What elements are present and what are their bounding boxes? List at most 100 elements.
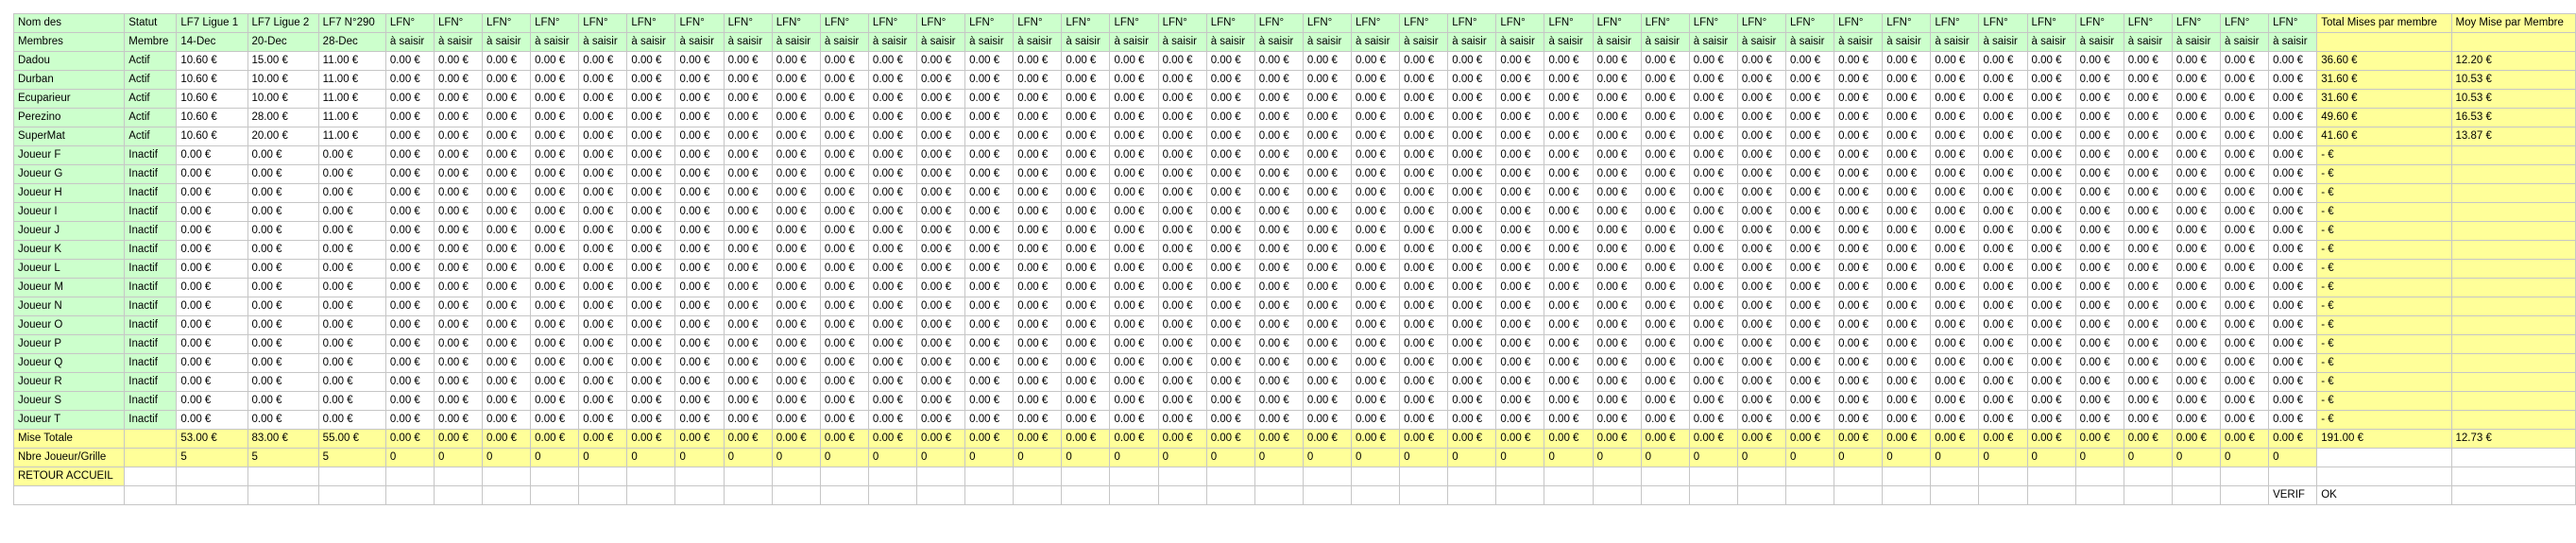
- stake-cell-lfn[interactable]: 0.00 €: [1544, 259, 1594, 279]
- column-subheader-lfn[interactable]: à saisir: [674, 32, 725, 52]
- stake-cell-lfn[interactable]: 0.00 €: [2268, 202, 2318, 222]
- member-average-cell[interactable]: 13.87 €: [2450, 127, 2576, 146]
- stake-cell-lfn[interactable]: 0.00 €: [1882, 202, 1932, 222]
- stake-cell-lfn[interactable]: 0.00 €: [1109, 108, 1159, 127]
- stake-cell-lfn[interactable]: 0.00 €: [2074, 315, 2124, 335]
- stake-cell-lfn[interactable]: 0.00 €: [482, 164, 532, 184]
- column-header-lfn[interactable]: LFN°: [482, 13, 532, 33]
- stake-cell-lfn[interactable]: 0.00 €: [1495, 259, 1545, 279]
- stake-cell-lfn[interactable]: 0.00 €: [2268, 391, 2318, 411]
- stake-cell-lfn[interactable]: 0.00 €: [530, 164, 580, 184]
- stake-cell-lfn[interactable]: 0.00 €: [1013, 259, 1063, 279]
- stake-cell-lfn[interactable]: 0.00 €: [2268, 70, 2318, 90]
- member-average-cell[interactable]: [2450, 221, 2576, 241]
- stake-cell-lfn[interactable]: 0.00 €: [2026, 202, 2076, 222]
- column-subheader-lfn[interactable]: à saisir: [578, 32, 628, 52]
- cell[interactable]: [1254, 467, 1304, 486]
- stake-cell-lfn[interactable]: 0.00 €: [2171, 221, 2221, 241]
- stake-cell-lfn[interactable]: 0.00 €: [578, 278, 628, 297]
- stake-cell-lfn[interactable]: 0.00 €: [1495, 127, 1545, 146]
- stake-cell-lfn[interactable]: 0.00 €: [723, 297, 773, 316]
- member-average-cell[interactable]: [2450, 259, 2576, 279]
- stake-cell-lfn[interactable]: 0.00 €: [819, 278, 869, 297]
- stake-cell-lfn[interactable]: 0.00 €: [674, 164, 725, 184]
- stake-cell-lfn[interactable]: 0.00 €: [2026, 353, 2076, 373]
- stake-cell-lfn[interactable]: 0.00 €: [384, 127, 435, 146]
- stake-cell-lfn[interactable]: 0.00 €: [723, 278, 773, 297]
- stake-cell-lfn[interactable]: 0.00 €: [433, 297, 484, 316]
- stake-cell-lfn[interactable]: 0.00 €: [1882, 297, 1932, 316]
- stake-cell-lfn[interactable]: 0.00 €: [1882, 410, 1932, 430]
- stake-cell-lfn[interactable]: 0.00 €: [1205, 108, 1255, 127]
- stake-cell-lfn[interactable]: 0.00 €: [723, 108, 773, 127]
- column-subheader-lfn[interactable]: à saisir: [916, 32, 966, 52]
- total-cell-lfn[interactable]: 0.00 €: [867, 429, 918, 449]
- stake-cell-lfn[interactable]: 0.00 €: [1205, 391, 1255, 411]
- column-header-lfn[interactable]: LFN°: [1930, 13, 1980, 33]
- stake-cell-lfn[interactable]: 0.00 €: [1544, 278, 1594, 297]
- stake-cell-lfn[interactable]: 0.00 €: [674, 353, 725, 373]
- stake-cell-lfn[interactable]: 0.00 €: [1061, 372, 1111, 392]
- stake-cell-lfn[interactable]: 0.00 €: [1784, 259, 1835, 279]
- stake-cell-lfn[interactable]: 0.00 €: [1784, 353, 1835, 373]
- stake-cell-lfn[interactable]: 0.00 €: [2219, 89, 2270, 109]
- stake-cell-lfn[interactable]: 0.00 €: [2123, 391, 2173, 411]
- stake-cell-lfn[interactable]: 0.00 €: [2219, 278, 2270, 297]
- stake-cell-lfn[interactable]: 0.00 €: [1447, 183, 1497, 203]
- stake-cell-lfn[interactable]: 0.00 €: [1302, 183, 1353, 203]
- member-status-cell[interactable]: Inactif: [124, 391, 178, 411]
- column-header-lfn[interactable]: LFN°: [433, 13, 484, 33]
- column-subheader-lfn[interactable]: à saisir: [1205, 32, 1255, 52]
- stake-cell-lfn[interactable]: 0.00 €: [2123, 221, 2173, 241]
- cell[interactable]: [2316, 467, 2452, 486]
- stake-cell-lfn[interactable]: 0.00 €: [433, 259, 484, 279]
- stake-cell-lfn[interactable]: 0.00 €: [1592, 240, 1642, 260]
- column-subheader-lfn[interactable]: à saisir: [2074, 32, 2124, 52]
- stake-cell-lfn[interactable]: 0.00 €: [1834, 202, 1884, 222]
- stake-cell-lfn[interactable]: 0.00 €: [1495, 221, 1545, 241]
- stake-cell-lfn[interactable]: 0.00 €: [916, 278, 966, 297]
- cell[interactable]: [819, 485, 869, 505]
- count-cell-lfn[interactable]: 0: [2268, 448, 2318, 467]
- stake-cell-lfn[interactable]: 0.00 €: [1205, 259, 1255, 279]
- member-total-cell[interactable]: - €: [2316, 391, 2452, 411]
- total-cell-lfn[interactable]: 0.00 €: [1157, 429, 1207, 449]
- stake-cell[interactable]: 28.00 €: [247, 108, 319, 127]
- stake-cell-lfn[interactable]: 0.00 €: [1688, 108, 1738, 127]
- member-average-cell[interactable]: [2450, 278, 2576, 297]
- stake-cell-lfn[interactable]: 0.00 €: [1544, 183, 1594, 203]
- stake-cell-lfn[interactable]: 0.00 €: [1351, 372, 1401, 392]
- cell[interactable]: [964, 467, 1015, 486]
- stake-cell-lfn[interactable]: 0.00 €: [1254, 202, 1304, 222]
- stake-cell-lfn[interactable]: 0.00 €: [482, 259, 532, 279]
- stake-cell-lfn[interactable]: 0.00 €: [1302, 70, 1353, 90]
- stake-cell-lfn[interactable]: 0.00 €: [2026, 164, 2076, 184]
- stake-cell-lfn[interactable]: 0.00 €: [1784, 240, 1835, 260]
- stake-cell-lfn[interactable]: 0.00 €: [819, 202, 869, 222]
- column-subheader-lfn[interactable]: à saisir: [2268, 32, 2318, 52]
- stake-cell-lfn[interactable]: 0.00 €: [1736, 127, 1787, 146]
- stake-cell-lfn[interactable]: 0.00 €: [530, 127, 580, 146]
- stake-cell-lfn[interactable]: 0.00 €: [626, 353, 676, 373]
- member-average-cell[interactable]: [2450, 391, 2576, 411]
- cell[interactable]: [2268, 467, 2318, 486]
- total-cell-lfn[interactable]: 0.00 €: [482, 429, 532, 449]
- stake-cell[interactable]: 0.00 €: [176, 334, 248, 354]
- stake-cell-lfn[interactable]: 0.00 €: [723, 334, 773, 354]
- stake-cell-lfn[interactable]: 0.00 €: [1544, 164, 1594, 184]
- stake-cell-lfn[interactable]: 0.00 €: [916, 202, 966, 222]
- stake-cell-lfn[interactable]: 0.00 €: [723, 183, 773, 203]
- stake-cell-lfn[interactable]: 0.00 €: [482, 410, 532, 430]
- stake-cell-lfn[interactable]: 0.00 €: [1351, 164, 1401, 184]
- stake-cell-lfn[interactable]: 0.00 €: [1254, 297, 1304, 316]
- stake-cell-lfn[interactable]: 0.00 €: [1061, 164, 1111, 184]
- stake-cell[interactable]: 11.00 €: [317, 70, 386, 90]
- cell[interactable]: [124, 485, 178, 505]
- member-average-cell[interactable]: [2450, 202, 2576, 222]
- stake-cell-lfn[interactable]: 0.00 €: [867, 259, 918, 279]
- count-cell-lfn[interactable]: 0: [1882, 448, 1932, 467]
- stake-cell-lfn[interactable]: 0.00 €: [1013, 51, 1063, 71]
- member-name-cell[interactable]: Joueur L: [12, 259, 126, 279]
- total-cell-lfn[interactable]: 0.00 €: [1784, 429, 1835, 449]
- stake-cell-lfn[interactable]: 0.00 €: [1544, 221, 1594, 241]
